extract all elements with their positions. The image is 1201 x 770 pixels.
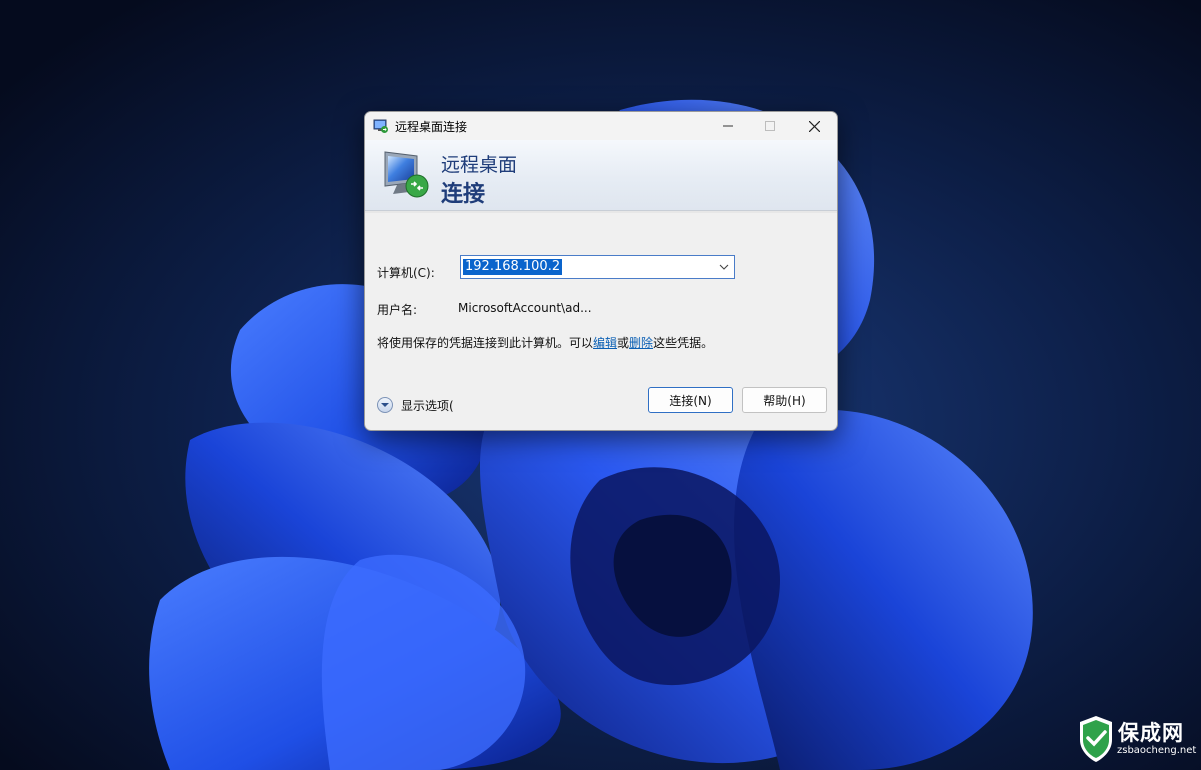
- notice-prefix: 将使用保存的凭据连接到此计算机。可以: [377, 336, 594, 350]
- remote-desktop-app-icon: [373, 118, 389, 134]
- computer-combobox[interactable]: 192.168.100.2: [460, 255, 735, 279]
- chevron-down-icon[interactable]: [718, 262, 730, 272]
- show-options-toggle[interactable]: 显示选项(: [377, 395, 454, 415]
- notice-or: 或: [617, 336, 630, 350]
- connect-button[interactable]: 连接(N): [648, 387, 733, 413]
- maximize-icon: [765, 121, 775, 131]
- delete-credentials-link[interactable]: 删除: [629, 336, 653, 350]
- username-value: MicrosoftAccount\ad...: [458, 301, 592, 315]
- minimize-button[interactable]: [705, 112, 751, 140]
- username-label: 用户名:: [377, 303, 418, 317]
- maximize-button[interactable]: [747, 112, 793, 140]
- watermark-url: zsbaocheng.net: [1117, 745, 1197, 756]
- watermark-title: 保成网: [1118, 721, 1184, 745]
- close-button[interactable]: [791, 112, 837, 140]
- banner-title-line1: 远程桌面: [441, 154, 518, 176]
- show-options-label[interactable]: 显示选项(: [401, 397, 454, 414]
- notice-suffix: 这些凭据。: [653, 336, 714, 350]
- banner-divider: [365, 211, 837, 213]
- expand-options-icon[interactable]: [377, 397, 393, 413]
- computer-input-value[interactable]: 192.168.100.2: [463, 259, 563, 275]
- minimize-icon: [723, 125, 733, 127]
- close-icon: [808, 120, 820, 132]
- edit-credentials-link[interactable]: 编辑: [593, 336, 617, 350]
- remote-desktop-monitor-icon: [381, 148, 433, 200]
- banner-title-line2: 连接: [441, 182, 486, 207]
- remote-desktop-dialog: 远程桌面连接 远程桌面 连接 计算机(C): 192.168.100.2 用户名…: [364, 111, 838, 431]
- window-title: 远程桌面连接: [395, 120, 468, 134]
- title-bar[interactable]: 远程桌面连接: [365, 112, 837, 140]
- dialog-banner: 远程桌面 连接: [365, 140, 837, 211]
- computer-label: 计算机(C):: [377, 266, 435, 280]
- help-button[interactable]: 帮助(H): [742, 387, 827, 413]
- credentials-notice: 将使用保存的凭据连接到此计算机。可以编辑或删除这些凭据。: [377, 334, 713, 351]
